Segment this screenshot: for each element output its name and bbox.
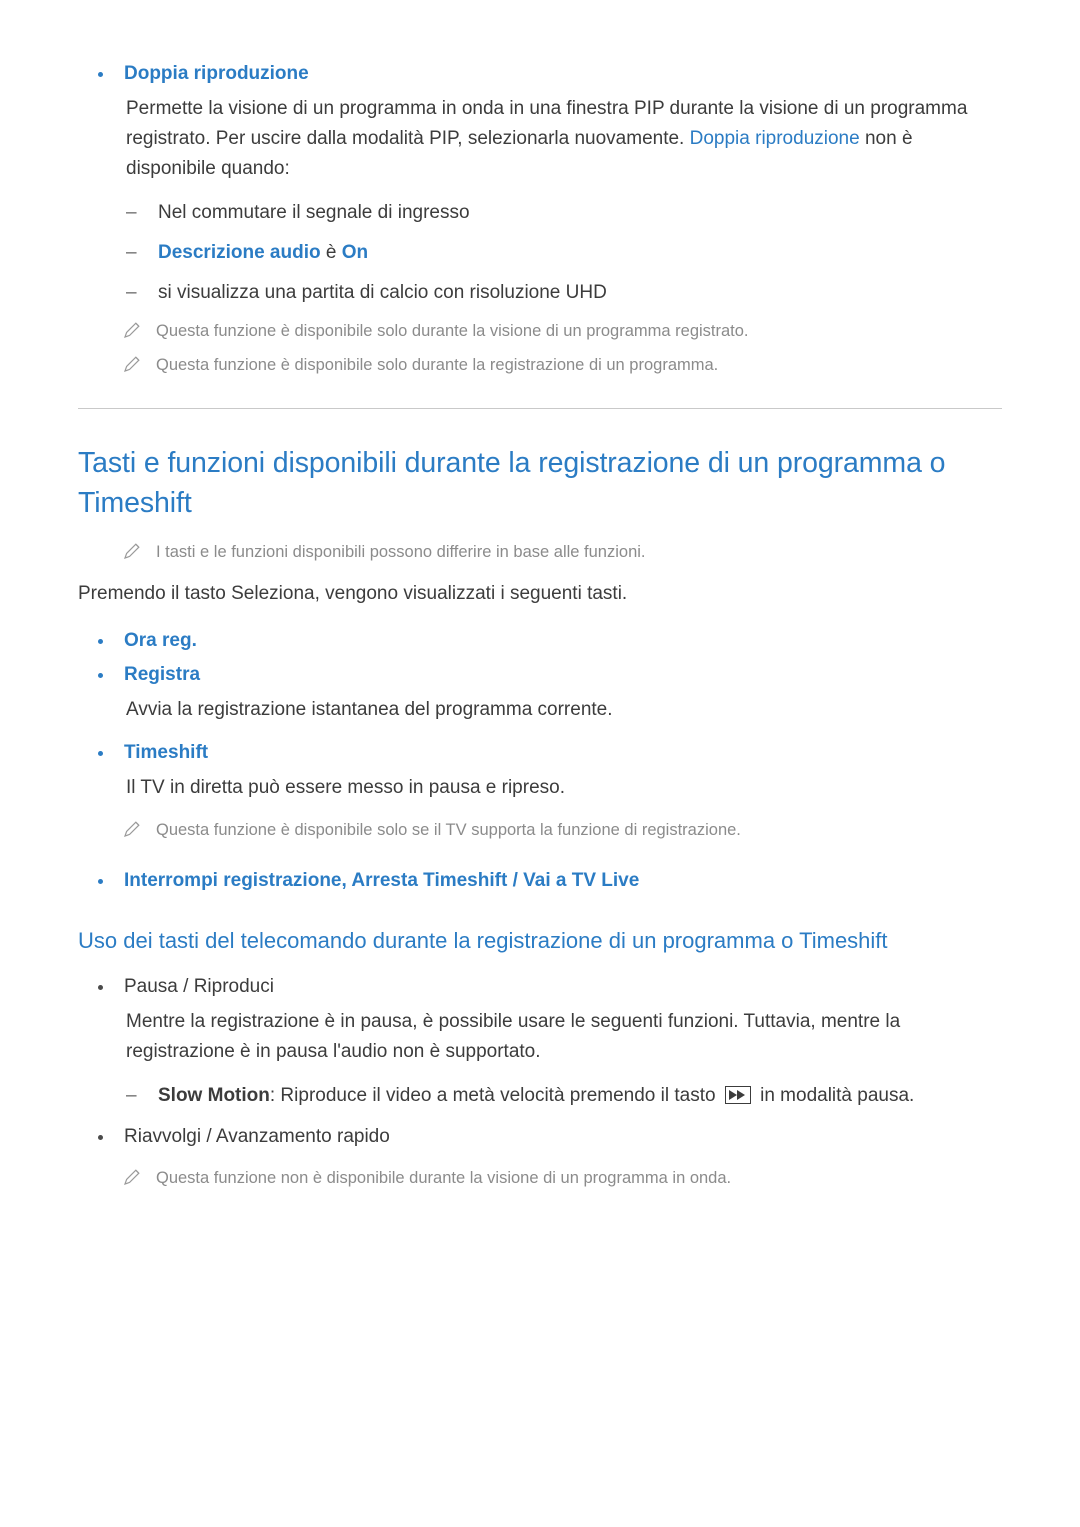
section-title-uso-tasti-telecomando: Uso dei tasti del telecomando durante la… xyxy=(78,928,888,953)
separator-comma: , xyxy=(341,870,352,891)
paragraph-timeshift-body: Il TV in diretta può essere messo in pau… xyxy=(126,777,565,798)
value-on: On xyxy=(341,242,369,263)
note-visione-programma-onda: Questa funzione non è disponibile durant… xyxy=(78,1165,1002,1191)
pencil-icon xyxy=(122,819,142,839)
dash-text-part1: : Riproduce il video a metà velocità pre… xyxy=(269,1085,721,1106)
bullet-ora-reg: Ora reg. xyxy=(78,627,1002,655)
dash-item-connector: è xyxy=(320,242,342,263)
section-divider xyxy=(78,408,1002,409)
link-descrizione-audio: Descrizione audio xyxy=(158,242,321,263)
document-page: Doppia riproduzione Permette la visione … xyxy=(0,0,1080,1527)
bullet-label: Doppia riproduzione xyxy=(124,63,309,84)
bullet-label: Timeshift xyxy=(124,742,209,763)
paragraph-premendo-seleziona: Premendo il tasto Seleziona, vengono vis… xyxy=(78,583,628,604)
note-text: I tasti e le funzioni disponibili posson… xyxy=(156,543,646,561)
label-vai-a-tv-live: Vai a TV Live xyxy=(523,870,640,891)
note-text: Questa funzione è disponibile solo duran… xyxy=(156,322,749,340)
section-title-tasti-funzioni: Tasti e funzioni disponibili durante la … xyxy=(78,447,946,519)
label-arresta-timeshift: Arresta Timeshift xyxy=(351,870,508,891)
fast-forward-icon xyxy=(724,1084,751,1104)
bullet-interrompi-registrazione: Interrompi registrazione, Arresta Timesh… xyxy=(78,867,1002,895)
pencil-icon xyxy=(122,320,142,340)
bullet-pausa-riproduci: Pausa / Riproduci xyxy=(78,973,1002,1001)
bullet-riavvolgi-avanzamento: Riavvolgi / Avanzamento rapido xyxy=(78,1123,1002,1151)
dash-item-slow-motion: Slow Motion: Riproduce il video a metà v… xyxy=(78,1081,1002,1111)
label-slow-motion: Slow Motion xyxy=(158,1085,270,1106)
paragraph-pausa-riproduci-body: Mentre la registrazione è in pausa, è po… xyxy=(126,1011,901,1062)
bullet-label: Riavvolgi / Avanzamento rapido xyxy=(124,1126,390,1147)
pencil-icon xyxy=(122,1167,142,1187)
dash-item-label: Nel commutare il segnale di ingresso xyxy=(158,202,470,223)
note-supporta-registrazione: Questa funzione è disponibile solo se il… xyxy=(78,817,1002,843)
bullet-label: Pausa / Riproduci xyxy=(124,976,274,997)
paragraph-registra-body: Avvia la registrazione istantanea del pr… xyxy=(126,699,613,720)
pencil-icon xyxy=(122,354,142,374)
bullet-label: Ora reg. xyxy=(124,630,197,651)
paragraph-doppia-riproduzione: Permette la visione di un programma in o… xyxy=(78,94,1002,184)
note-text: Questa funzione è disponibile solo duran… xyxy=(156,356,719,374)
note-tasti-funzioni-differire: I tasti e le funzioni disponibili posson… xyxy=(78,539,1002,565)
paragraph-link-doppia-riproduzione: Doppia riproduzione xyxy=(689,128,860,149)
dash-item-label: si visualizza una partita di calcio con … xyxy=(158,282,607,303)
note-visione-programma-registrato: Questa funzione è disponibile solo duran… xyxy=(78,318,1002,344)
bullet-registra: Registra xyxy=(78,661,1002,689)
label-interrompi-registrazione: Interrompi registrazione xyxy=(124,870,342,891)
separator-slash: / xyxy=(507,870,524,891)
pencil-icon xyxy=(122,541,142,561)
bullet-label: Registra xyxy=(124,664,201,685)
note-registrazione-programma: Questa funzione è disponibile solo duran… xyxy=(78,352,1002,378)
dash-item-commutare-segnale: Nel commutare il segnale di ingresso xyxy=(78,198,1002,228)
dash-text-part2: in modalità pausa. xyxy=(754,1085,915,1106)
note-text: Questa funzione è disponibile solo se il… xyxy=(156,821,741,839)
dash-item-descrizione-audio: Descrizione audio è On xyxy=(78,238,1002,268)
bullet-timeshift: Timeshift xyxy=(78,739,1002,767)
dash-item-partita-calcio: si visualizza una partita di calcio con … xyxy=(78,278,1002,308)
note-text: Questa funzione non è disponibile durant… xyxy=(156,1169,732,1187)
bullet-doppia-riproduzione: Doppia riproduzione xyxy=(78,60,1002,88)
